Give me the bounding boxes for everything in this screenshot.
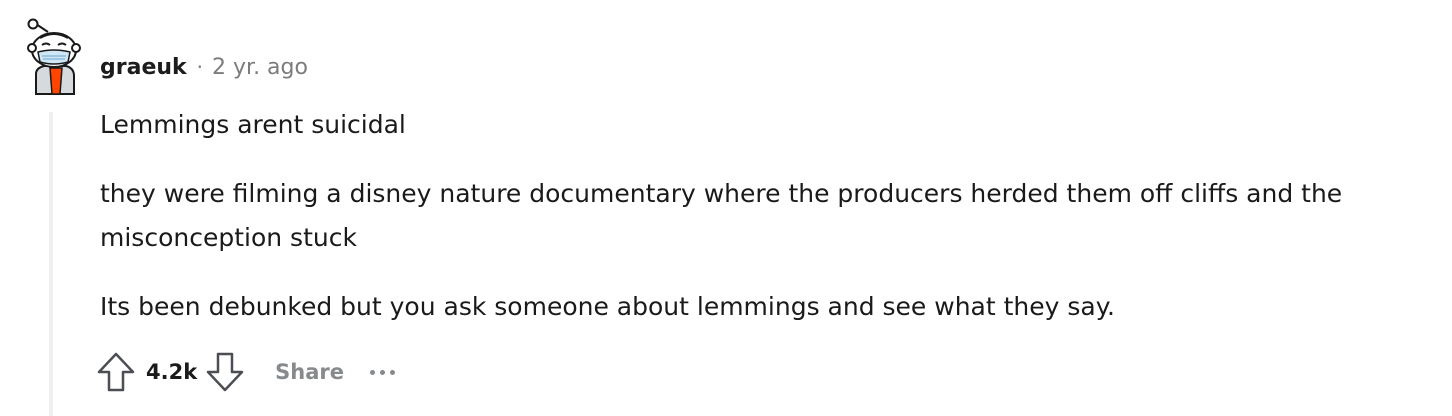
more-dot: [380, 369, 386, 375]
more-dot: [390, 369, 396, 375]
downvote-arrow-icon: [206, 352, 244, 392]
comment-body: Lemmings arent suicidal they were filmin…: [100, 104, 1420, 328]
more-options-icon[interactable]: [370, 362, 396, 382]
upvote-arrow-icon: [97, 352, 135, 392]
thread-collapse-line[interactable]: [49, 112, 53, 416]
meta-separator: ·: [196, 55, 204, 79]
more-dot: [370, 369, 376, 375]
avatar[interactable]: [22, 18, 84, 96]
comment: graeuk · 2 yr. ago Lemmings arent suicid…: [0, 0, 1452, 416]
vote-score: 4.2k: [146, 360, 198, 384]
comment-paragraph: Its been debunked but you ask someone ab…: [100, 292, 1115, 321]
comment-author[interactable]: graeuk: [100, 55, 187, 80]
snoo-avatar-icon: [27, 18, 81, 95]
comment-meta: graeuk · 2 yr. ago: [100, 52, 308, 82]
comment-paragraph: Lemmings arent suicidal: [100, 110, 406, 139]
comment-actions: 4.2k Share: [96, 348, 396, 396]
share-button[interactable]: Share: [275, 360, 344, 384]
downvote-button[interactable]: [205, 350, 245, 394]
comment-timestamp[interactable]: 2 yr. ago: [212, 55, 308, 80]
upvote-button[interactable]: [96, 350, 136, 394]
comment-paragraph: they were filming a disney nature docume…: [100, 179, 1343, 252]
